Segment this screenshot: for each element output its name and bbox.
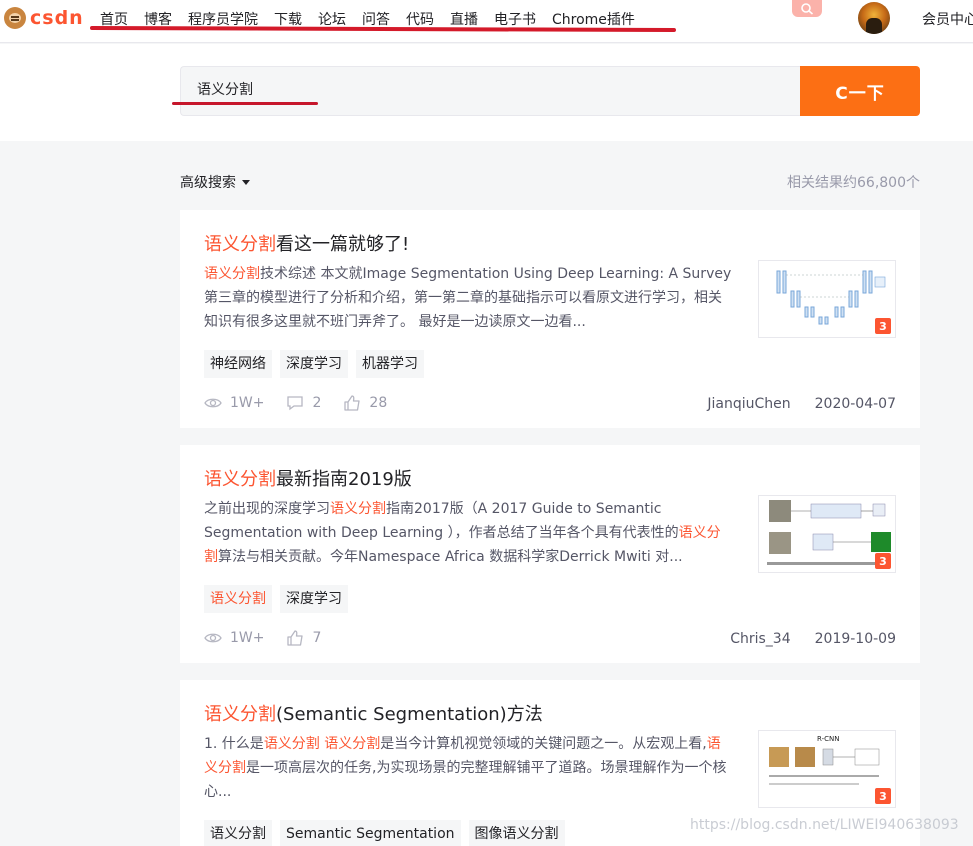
search-icon xyxy=(801,2,814,15)
likes-stat: 7 xyxy=(286,629,321,647)
thumbnail-count-badge: 3 xyxy=(875,318,891,334)
publish-date: 2020-04-07 xyxy=(814,396,896,412)
result-description: 之前出现的深度学习语义分割指南2017版（A 2017 Guide to Sem… xyxy=(204,501,721,565)
result-title[interactable]: 语义分割最新指南2019版 xyxy=(204,465,412,491)
likes-stat: 28 xyxy=(343,394,387,412)
thumbnail-count-badge: 3 xyxy=(875,788,891,804)
thumbs-up-icon xyxy=(287,630,304,646)
search-box[interactable] xyxy=(180,66,800,116)
result-title[interactable]: 语义分割(Semantic Segmentation)方法 xyxy=(204,700,543,726)
tag[interactable]: 深度学习 xyxy=(280,585,348,613)
result-description: 1. 什么是语义分割 语义分割是当今计算机视觉领域的关键问题之一。从宏观上看,语… xyxy=(204,736,727,800)
result-count: 相关结果约66,800个 xyxy=(787,175,920,191)
author-name[interactable]: Chris_34 xyxy=(730,631,790,647)
thumbs-up-icon xyxy=(344,395,361,411)
tag-list: 语义分割 Semantic Segmentation 图像语义分割 xyxy=(204,820,573,846)
tag[interactable]: Semantic Segmentation xyxy=(280,820,461,846)
author-date: JianqiuChen 2020-04-07 xyxy=(707,396,896,412)
tag[interactable]: 图像语义分割 xyxy=(468,820,565,846)
result-description: 语义分割技术综述 本文就Image Segmentation Using Dee… xyxy=(204,266,732,330)
tag[interactable]: 语义分割 xyxy=(204,820,272,846)
result-stats: 1W+ 2 28 xyxy=(204,394,409,412)
tag[interactable]: 深度学习 xyxy=(280,350,348,378)
advanced-search-label: 高级搜索 xyxy=(180,175,236,191)
search-result-card[interactable]: 语义分割看这一篇就够了! 语义分割技术综述 本文就Image Segmentat… xyxy=(180,210,920,428)
search-input[interactable] xyxy=(197,81,777,97)
result-thumbnail[interactable]: 3 xyxy=(758,495,896,573)
top-navbar: csdn 首页 博客 程序员学院 下载 论坛 问答 代码 直播 电子书 Chro… xyxy=(0,0,973,43)
result-title[interactable]: 语义分割看这一篇就够了! xyxy=(204,230,409,256)
eye-icon xyxy=(204,633,222,643)
nav-item-code[interactable]: 代码 xyxy=(406,9,434,29)
nav-item-live[interactable]: 直播 xyxy=(450,9,478,29)
user-avatar[interactable] xyxy=(858,2,890,34)
thumbnail-count-badge: 3 xyxy=(875,553,891,569)
red-annotation-underline xyxy=(172,102,318,105)
tag[interactable]: 神经网络 xyxy=(204,350,272,378)
vip-center-link[interactable]: 会员中心 xyxy=(922,9,973,29)
logo-text: csdn xyxy=(30,7,84,29)
publish-date: 2019-10-09 xyxy=(814,631,896,647)
eye-icon xyxy=(204,398,222,408)
search-button[interactable]: C一下 xyxy=(800,66,920,116)
monkey-mascot-icon xyxy=(4,7,26,29)
caret-down-icon xyxy=(242,179,250,185)
tag[interactable]: 语义分割 xyxy=(204,585,272,613)
result-thumbnail[interactable]: 3 xyxy=(758,260,896,338)
author-name[interactable]: JianqiuChen xyxy=(707,396,790,412)
views-stat: 1W+ xyxy=(204,394,264,412)
tag-list: 神经网络 深度学习 机器学习 xyxy=(204,350,432,378)
nav-item-chrome-plugin[interactable]: Chrome插件 xyxy=(552,9,635,29)
comments-stat: 2 xyxy=(286,394,321,412)
svg-text:R-CNN: R-CNN xyxy=(817,735,839,743)
tag[interactable]: 机器学习 xyxy=(356,350,424,378)
search-toggle-button[interactable] xyxy=(792,0,822,17)
search-result-card[interactable]: 语义分割最新指南2019版 之前出现的深度学习语义分割指南2017版（A 201… xyxy=(180,445,920,663)
search-section: C一下 xyxy=(0,44,973,141)
result-thumbnail[interactable]: R-CNN 3 xyxy=(758,730,896,808)
watermark-text: https://blog.csdn.net/LIWEI940638093 xyxy=(690,817,959,833)
views-stat: 1W+ xyxy=(204,629,264,647)
comment-icon xyxy=(287,396,304,411)
tag-list: 语义分割 深度学习 xyxy=(204,585,356,613)
csdn-logo[interactable]: csdn xyxy=(4,6,84,30)
result-stats: 1W+ 7 xyxy=(204,629,343,647)
nav-item-ebook[interactable]: 电子书 xyxy=(494,9,536,29)
red-annotation-underline xyxy=(89,25,677,33)
advanced-search-toggle[interactable]: 高级搜索 xyxy=(180,172,250,192)
author-date: Chris_34 2019-10-09 xyxy=(730,631,896,647)
